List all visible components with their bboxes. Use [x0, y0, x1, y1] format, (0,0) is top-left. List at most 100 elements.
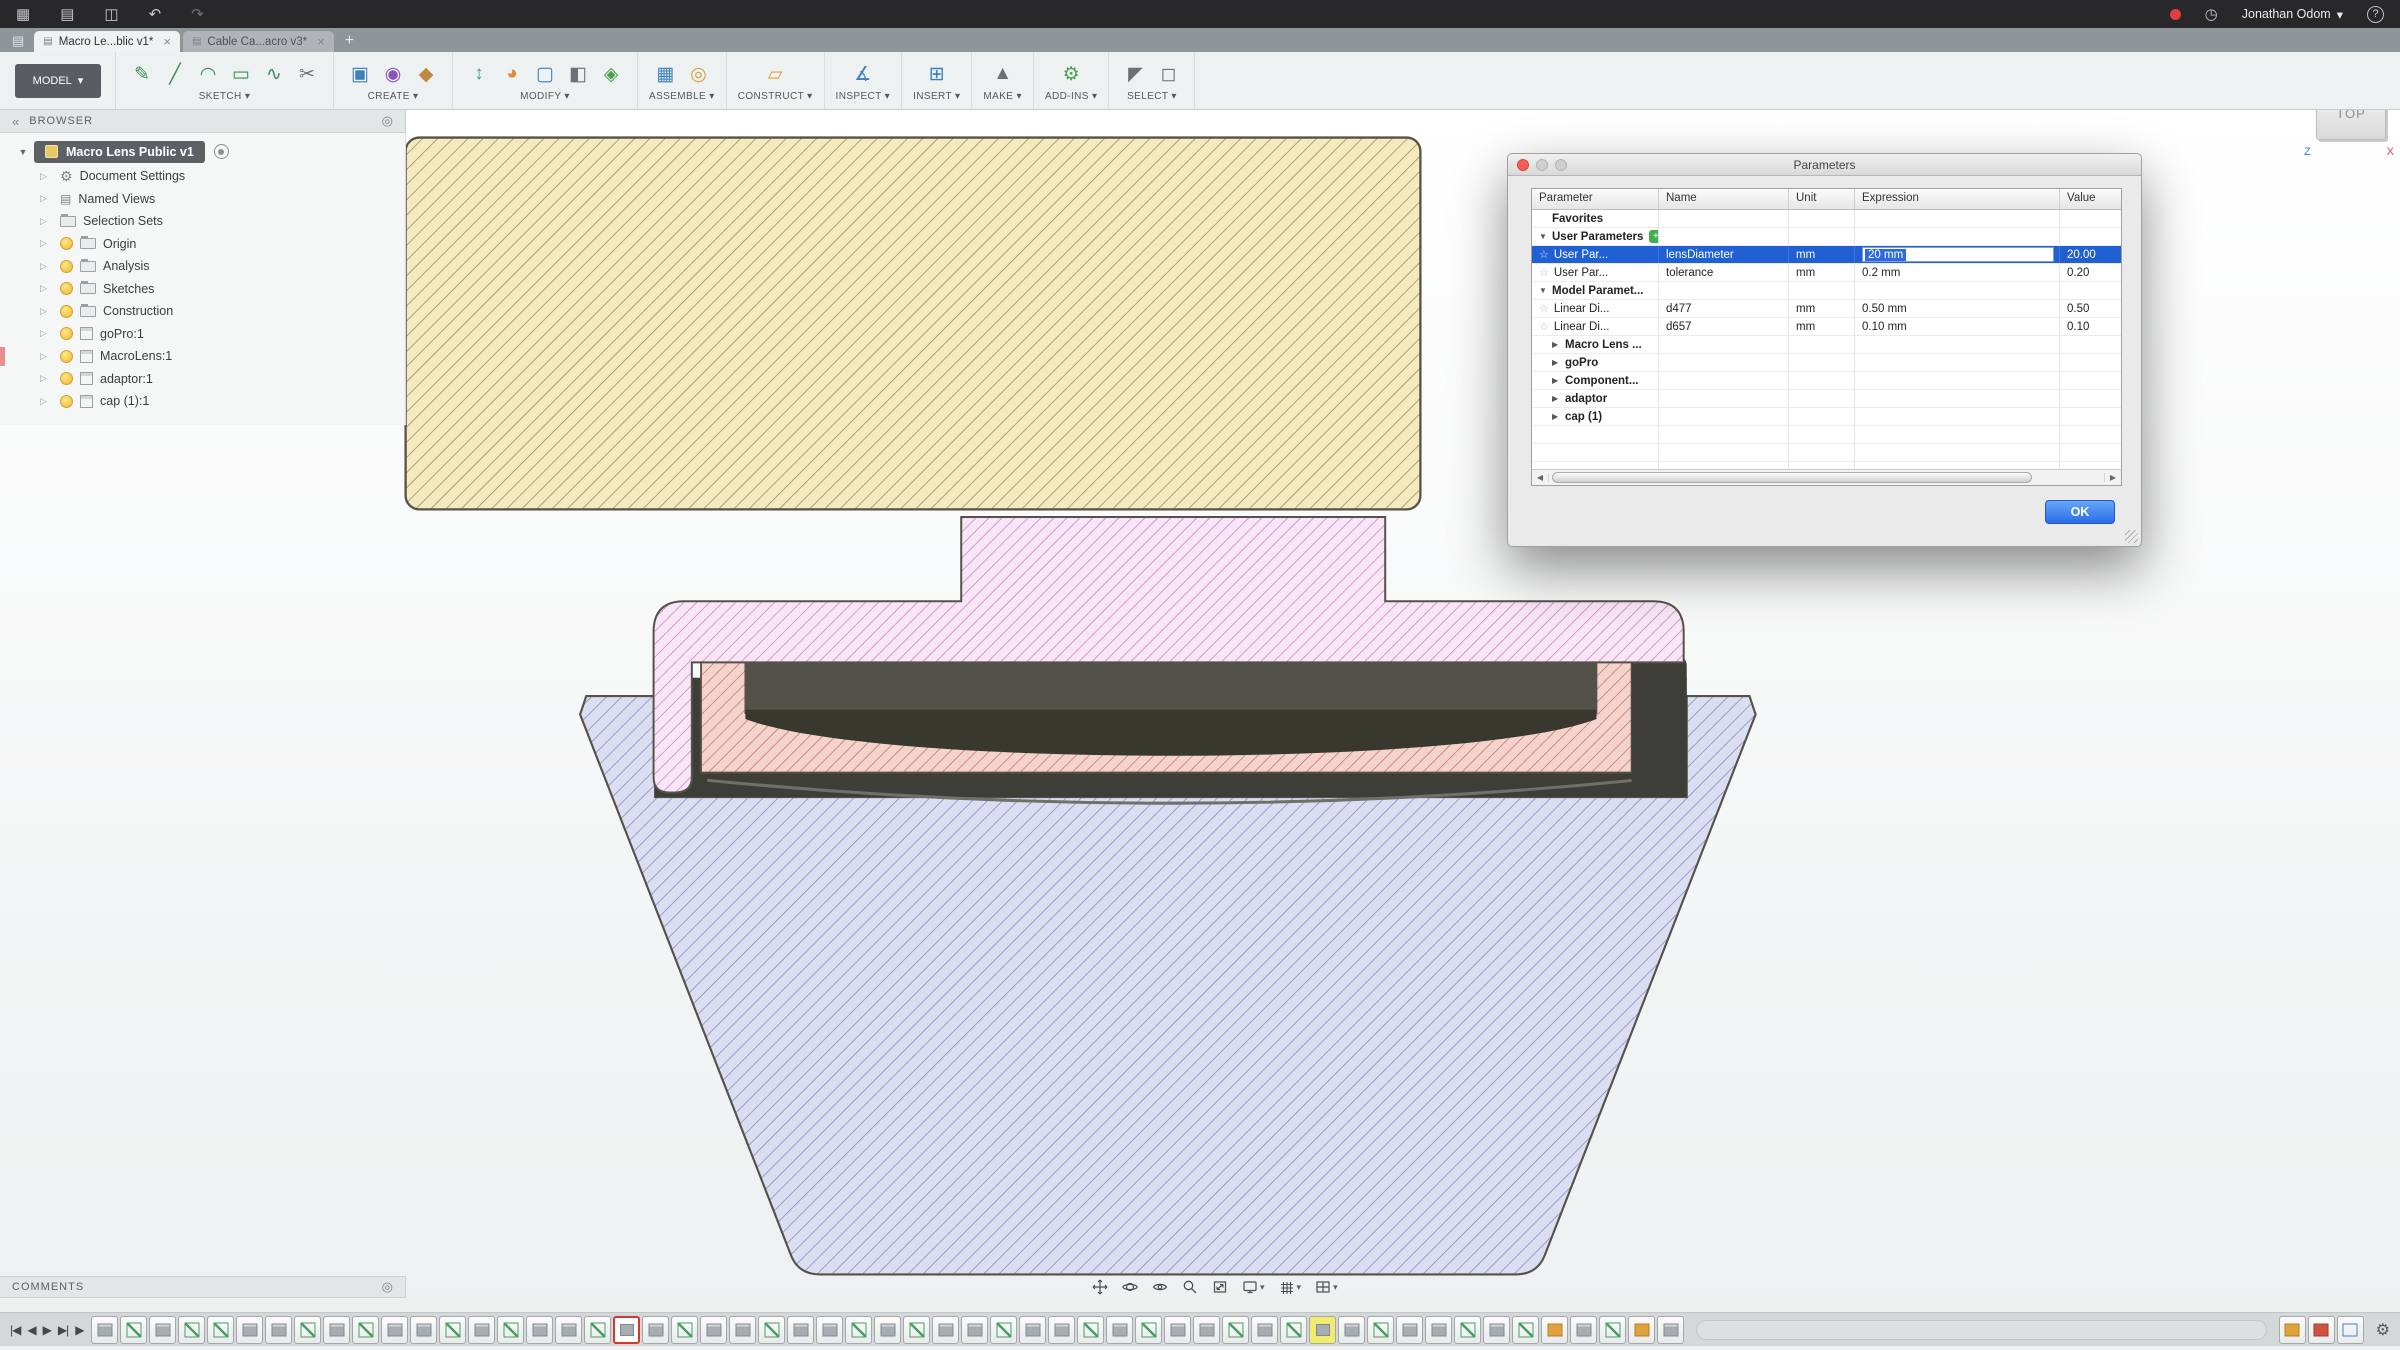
expand-arrow-icon[interactable]: ▷ — [40, 396, 60, 407]
visibility-bulb-icon[interactable] — [60, 282, 73, 295]
timeline-feature-gray[interactable] — [1193, 1316, 1220, 1344]
help-icon[interactable]: ? — [2367, 6, 2384, 23]
timeline-feature-gray[interactable] — [874, 1316, 901, 1344]
fillet-icon[interactable]: ◕ — [497, 59, 527, 89]
timeline-feature-sketch[interactable] — [439, 1316, 466, 1344]
timeline-feature-gray[interactable] — [526, 1316, 553, 1344]
parameter-section-row[interactable]: ▶goPro — [1532, 354, 2121, 372]
timeline-feature-sketch[interactable] — [178, 1316, 205, 1344]
browser-item[interactable]: ▷Sketches — [0, 278, 405, 301]
expand-arrow-icon[interactable]: ▼ — [12, 147, 34, 157]
display-settings-button[interactable]: ▾ — [1236, 1275, 1271, 1299]
sketch-spline-icon[interactable]: ∿ — [259, 59, 289, 89]
toolbar-group-label[interactable]: MODIFY ▾ — [520, 91, 570, 102]
document-tab[interactable]: ▤Macro Le...blic v1*× — [34, 31, 180, 52]
timeline-feature-gray[interactable] — [961, 1316, 988, 1344]
timeline-feature-gray[interactable] — [932, 1316, 959, 1344]
scrollbar-thumb[interactable] — [1552, 472, 2032, 483]
timeline-feature-gray[interactable] — [91, 1316, 118, 1344]
column-header[interactable]: Expression — [1855, 189, 2060, 209]
parameter-section-row[interactable]: ▶cap (1) — [1532, 408, 2121, 426]
column-header[interactable]: Unit — [1789, 189, 1855, 209]
appearance-icon[interactable]: ◈ — [596, 59, 626, 89]
disclosure-closed-icon[interactable]: ▶ — [1552, 412, 1565, 421]
timeline-feature-gray[interactable] — [410, 1316, 437, 1344]
redo-icon[interactable]: ↷ — [191, 5, 204, 23]
timeline-feature-gray[interactable] — [1425, 1316, 1452, 1344]
disclosure-closed-icon[interactable]: ▶ — [1552, 358, 1565, 367]
toolbar-group-label[interactable]: INSPECT ▾ — [836, 91, 891, 102]
play-button[interactable]: ▶ — [43, 1323, 51, 1337]
timeline-feature-gray[interactable] — [381, 1316, 408, 1344]
collapse-panel-icon[interactable]: « — [12, 114, 19, 129]
browser-item[interactable]: ▷cap (1):1 — [0, 390, 405, 413]
timeline-feature-gray[interactable] — [1106, 1316, 1133, 1344]
tab-close-icon[interactable]: × — [163, 34, 171, 49]
viewports-button[interactable]: ▾ — [1309, 1275, 1344, 1299]
timeline-options-gear-icon[interactable]: ⚙ — [2376, 1320, 2390, 1340]
expand-arrow-icon[interactable]: ▷ — [40, 373, 60, 384]
timeline-feature-gray[interactable] — [1657, 1316, 1684, 1344]
step-back-button[interactable]: ◀ — [27, 1323, 35, 1337]
timeline-feature-sketch[interactable] — [990, 1316, 1017, 1344]
toolbar-group-label[interactable]: INSERT ▾ — [913, 91, 960, 102]
sketch-line-icon[interactable]: ╱ — [160, 59, 190, 89]
fit-button[interactable] — [1206, 1275, 1234, 1299]
disclosure-closed-icon[interactable]: ▶ — [1552, 340, 1565, 349]
parameter-row[interactable]: ☆User Par...tolerancemm0.2 mm0.20 — [1532, 264, 2121, 282]
pan-button[interactable] — [1086, 1275, 1114, 1299]
tab-close-icon[interactable]: × — [317, 34, 325, 49]
timeline-feature-sketch[interactable] — [1599, 1316, 1626, 1344]
toolbar-group-label[interactable]: ADD-INS ▾ — [1045, 91, 1098, 102]
browser-item[interactable]: ▷Construction — [0, 300, 405, 323]
timeline-feature-sketch[interactable] — [207, 1316, 234, 1344]
construction-plane-icon[interactable]: ▱ — [760, 59, 790, 89]
browser-item[interactable]: ▷Origin — [0, 233, 405, 256]
timeline-feature-selected[interactable] — [613, 1316, 640, 1344]
shell-icon[interactable]: ▢ — [530, 59, 560, 89]
expression-input[interactable]: 20 mm — [1862, 247, 2054, 262]
timeline-feature-gray[interactable] — [1338, 1316, 1365, 1344]
browser-item[interactable]: ▷Selection Sets — [0, 210, 405, 233]
visibility-bulb-icon[interactable] — [60, 260, 73, 273]
timeline-feature-gray[interactable] — [700, 1316, 727, 1344]
gopro-body-section[interactable] — [406, 138, 1421, 510]
browser-root-item[interactable]: ▼ Macro Lens Public v1 — [0, 138, 405, 165]
parameter-section-row[interactable]: ▼User Parameters+ — [1532, 228, 2121, 246]
sketch-rectangle-icon[interactable]: ▭ — [226, 59, 256, 89]
timeline-feature-red[interactable] — [2308, 1316, 2335, 1344]
timeline-feature-gray[interactable] — [468, 1316, 495, 1344]
toolbar-group-label[interactable]: SELECT ▾ — [1127, 91, 1177, 102]
toolbar-group-label[interactable]: ASSEMBLE ▾ — [649, 91, 715, 102]
column-header[interactable]: Value — [2060, 189, 2122, 209]
toolbar-group-label[interactable]: CONSTRUCT ▾ — [738, 91, 813, 102]
document-tab[interactable]: ▤Cable Ca...acro v3*× — [183, 31, 334, 52]
timeline-feature-gray[interactable] — [816, 1316, 843, 1344]
timeline-feature-gray[interactable] — [323, 1316, 350, 1344]
press-pull-icon[interactable]: ↕ — [464, 59, 494, 89]
sketch-trim-icon[interactable]: ✂ — [292, 59, 322, 89]
select-icon[interactable]: ◤ — [1120, 59, 1150, 89]
expand-arrow-icon[interactable]: ▷ — [40, 283, 60, 294]
column-header[interactable]: Name — [1659, 189, 1789, 209]
visibility-bulb-icon[interactable] — [60, 372, 73, 385]
browser-item[interactable]: ▷Analysis — [0, 255, 405, 278]
add-parameter-icon[interactable]: + — [1649, 230, 1659, 243]
expand-arrow-icon[interactable]: ▷ — [40, 238, 60, 249]
timeline-feature-sketch[interactable] — [1367, 1316, 1394, 1344]
timeline-feature-gray[interactable] — [1019, 1316, 1046, 1344]
timeline-feature-sketch[interactable] — [120, 1316, 147, 1344]
parameter-section-row[interactable]: ▶Component... — [1532, 372, 2121, 390]
timeline-feature-yellow[interactable] — [1309, 1316, 1336, 1344]
parameter-section-row[interactable]: Favorites — [1532, 210, 2121, 228]
timeline-track[interactable] — [1696, 1320, 2266, 1340]
toolbar-group-label[interactable]: CREATE ▾ — [368, 91, 419, 102]
visibility-bulb-icon[interactable] — [60, 395, 73, 408]
timeline-feature-sketch[interactable] — [671, 1316, 698, 1344]
toolbar-group-label[interactable]: SKETCH ▾ — [199, 91, 251, 102]
app-grid-icon[interactable]: ▦ — [16, 5, 30, 23]
new-document-icon[interactable]: ▤ — [60, 5, 74, 23]
disclosure-closed-icon[interactable]: ▶ — [1552, 394, 1565, 403]
new-component-icon[interactable]: ▦ — [650, 59, 680, 89]
timeline-feature-sketch[interactable] — [845, 1316, 872, 1344]
